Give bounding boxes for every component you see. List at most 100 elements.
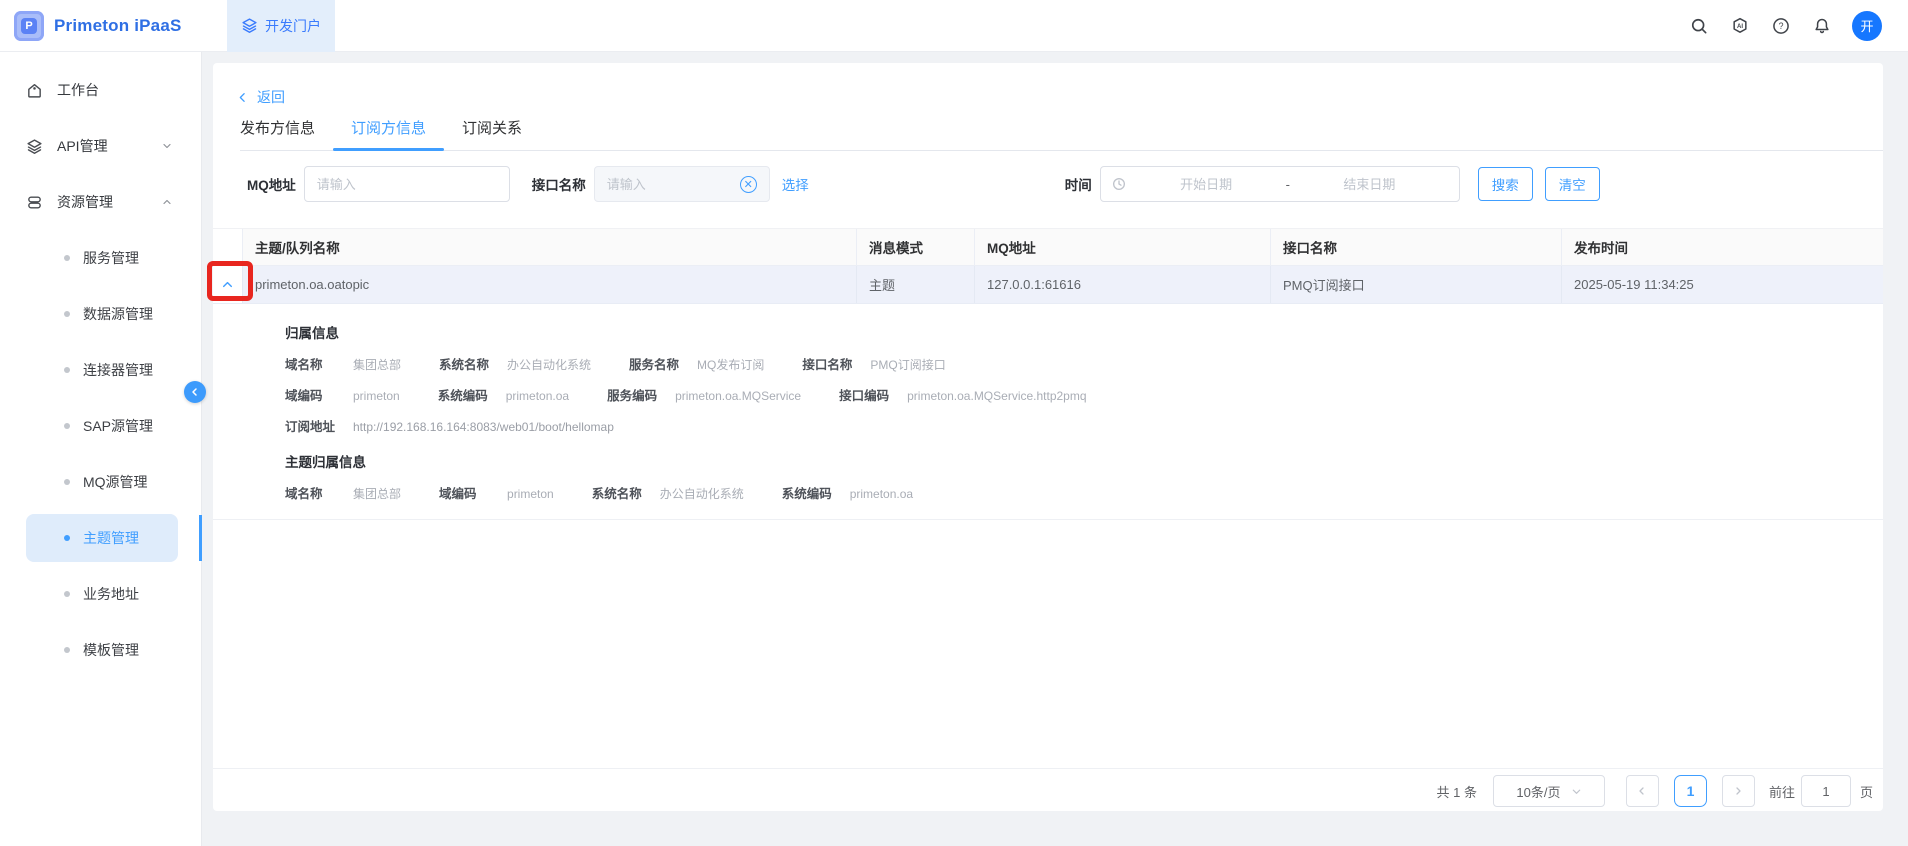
detail-row: 域名称集团总部 系统名称办公自动化系统 服务名称MQ发布订阅 接口名称PMQ订阅… <box>285 354 1853 373</box>
clear-button[interactable]: 清空 <box>1545 167 1600 201</box>
bullet-icon <box>64 647 70 653</box>
field-label: 域编码 <box>285 385 353 404</box>
sidebar-subitem-business-address[interactable]: 业务地址 <box>0 566 201 622</box>
field-value: primeton.oa <box>850 487 913 501</box>
chevron-up-icon <box>221 278 234 291</box>
clear-icon[interactable]: ✕ <box>740 176 757 193</box>
layers-icon <box>241 17 258 34</box>
search-icon[interactable] <box>1688 15 1709 36</box>
sidebar-item-label: 工作台 <box>57 80 99 100</box>
detail-row: 域编码primeton 系统编码primeton.oa 服务编码primeton… <box>285 385 1853 404</box>
avatar[interactable]: 开 <box>1852 11 1882 41</box>
field-value: primeton.oa.MQService <box>675 389 801 403</box>
sidebar-subitem-label: 数据源管理 <box>83 304 153 324</box>
cell-message-mode: 主题 <box>857 266 975 303</box>
date-range-picker[interactable]: - <box>1100 166 1460 202</box>
server-icon <box>26 194 43 211</box>
field-label: 接口编码 <box>839 385 907 404</box>
field-value: MQ发布订阅 <box>697 356 764 373</box>
row-expanded-detail: 归属信息 域名称集团总部 系统名称办公自动化系统 服务名称MQ发布订阅 接口名称… <box>213 304 1883 520</box>
column-header-publish-time: 发布时间 <box>1562 229 1883 265</box>
column-header-mq-address: MQ地址 <box>975 229 1271 265</box>
search-button[interactable]: 搜索 <box>1478 167 1533 201</box>
chevron-left-icon <box>1636 785 1648 797</box>
field-label: 服务名称 <box>629 354 697 373</box>
select-link[interactable]: 选择 <box>782 174 809 194</box>
sidebar-item-label: API管理 <box>57 136 108 156</box>
field-label: 接口名称 <box>802 354 870 373</box>
back-button[interactable]: 返回 <box>236 87 285 107</box>
sidebar-subitem-mq-source-management[interactable]: MQ源管理 <box>0 454 201 510</box>
interface-name-input[interactable] <box>607 177 740 192</box>
field-label: 系统编码 <box>438 385 506 404</box>
field-label: 服务编码 <box>607 385 675 404</box>
tab-dev-portal[interactable]: 开发门户 <box>227 0 335 52</box>
field-label: 域名称 <box>285 354 353 373</box>
sidebar-subitem-label: 业务地址 <box>83 584 139 604</box>
brand: P Primeton iPaaS <box>0 11 213 41</box>
filter-bar: MQ地址 接口名称 ✕ 选择 时间 - 搜索 清空 <box>247 165 1600 203</box>
sidebar-subitem-topic-management[interactable]: 主题管理 <box>0 510 201 566</box>
cell-publish-time: 2025-05-19 11:34:25 <box>1562 266 1883 303</box>
svg-text:AI: AI <box>1737 24 1743 30</box>
field-label: 系统名称 <box>439 354 507 373</box>
column-header-message-mode: 消息模式 <box>857 229 975 265</box>
next-page-button[interactable] <box>1722 775 1755 807</box>
field-value: primeton <box>353 389 400 403</box>
sidebar-item-label: 资源管理 <box>57 192 113 212</box>
cell-interface-name: PMQ订阅接口 <box>1271 266 1562 303</box>
page-size-select[interactable]: 10条/页 <box>1493 775 1605 807</box>
start-date-input[interactable] <box>1127 177 1286 192</box>
interface-name-label: 接口名称 <box>532 174 586 194</box>
table-bottom-border <box>213 768 1883 769</box>
help-icon[interactable]: ? <box>1770 15 1791 36</box>
layers-icon <box>26 138 43 155</box>
page-number-button[interactable]: 1 <box>1674 775 1707 807</box>
sidebar: 工作台 API管理 资源管理 服务管理 数据源管理 连接器管理 SAP源管理 M… <box>0 52 202 846</box>
mq-address-input[interactable] <box>317 177 497 192</box>
bullet-icon <box>64 591 70 597</box>
tab-subscriber-info[interactable]: 订阅方信息 <box>333 110 444 150</box>
row-collapse-toggle[interactable] <box>213 266 243 303</box>
ai-assistant-icon[interactable]: AI <box>1729 15 1750 36</box>
mq-address-input-wrap <box>304 166 510 202</box>
field-value: 集团总部 <box>353 485 401 502</box>
home-icon <box>26 82 43 99</box>
sidebar-subitem-connector-management[interactable]: 连接器管理 <box>0 342 201 398</box>
interface-name-input-wrap: ✕ <box>594 166 770 202</box>
back-label: 返回 <box>257 87 285 107</box>
prev-page-button[interactable] <box>1626 775 1659 807</box>
tab-subscription-relation[interactable]: 订阅关系 <box>444 110 540 150</box>
sidebar-item-api-management[interactable]: API管理 <box>0 118 201 174</box>
brand-name: Primeton iPaaS <box>54 16 182 36</box>
svg-text:?: ? <box>1778 20 1783 30</box>
sidebar-collapse-toggle[interactable] <box>184 381 206 403</box>
header-actions: AI ? 开 <box>1688 11 1908 41</box>
bullet-icon <box>64 311 70 317</box>
subscribe-url-value: http://192.168.16.164:8083/web01/boot/he… <box>353 420 614 434</box>
table-row: primeton.oa.oatopic 主题 127.0.0.1:61616 P… <box>213 266 1883 304</box>
sidebar-subitem-datasource-management[interactable]: 数据源管理 <box>0 286 201 342</box>
topic-belonging-info-title: 主题归属信息 <box>285 451 1853 471</box>
goto-page-input[interactable] <box>1801 775 1851 807</box>
chevron-down-icon <box>1571 786 1582 797</box>
bullet-icon <box>64 535 70 541</box>
brand-logo-icon: P <box>14 11 44 41</box>
sidebar-item-resource-management[interactable]: 资源管理 <box>0 174 201 230</box>
end-date-input[interactable] <box>1290 177 1449 192</box>
bullet-icon <box>64 479 70 485</box>
bell-icon[interactable] <box>1811 15 1832 36</box>
sidebar-subitem-label: SAP源管理 <box>83 416 153 436</box>
sidebar-subitem-label: 连接器管理 <box>83 360 153 380</box>
mq-address-label: MQ地址 <box>247 174 296 194</box>
tab-publisher-info[interactable]: 发布方信息 <box>240 110 333 150</box>
logo-letter: P <box>21 18 37 34</box>
sidebar-item-workbench[interactable]: 工作台 <box>0 62 201 118</box>
sidebar-subitem-template-management[interactable]: 模板管理 <box>0 622 201 678</box>
field-value: 办公自动化系统 <box>660 485 744 502</box>
expand-column-header <box>213 229 243 265</box>
top-header: P Primeton iPaaS 开发门户 AI ? 开 <box>0 0 1908 52</box>
column-header-topic-name: 主题/队列名称 <box>243 229 857 265</box>
sidebar-subitem-service-management[interactable]: 服务管理 <box>0 230 201 286</box>
sidebar-subitem-sap-source-management[interactable]: SAP源管理 <box>0 398 201 454</box>
